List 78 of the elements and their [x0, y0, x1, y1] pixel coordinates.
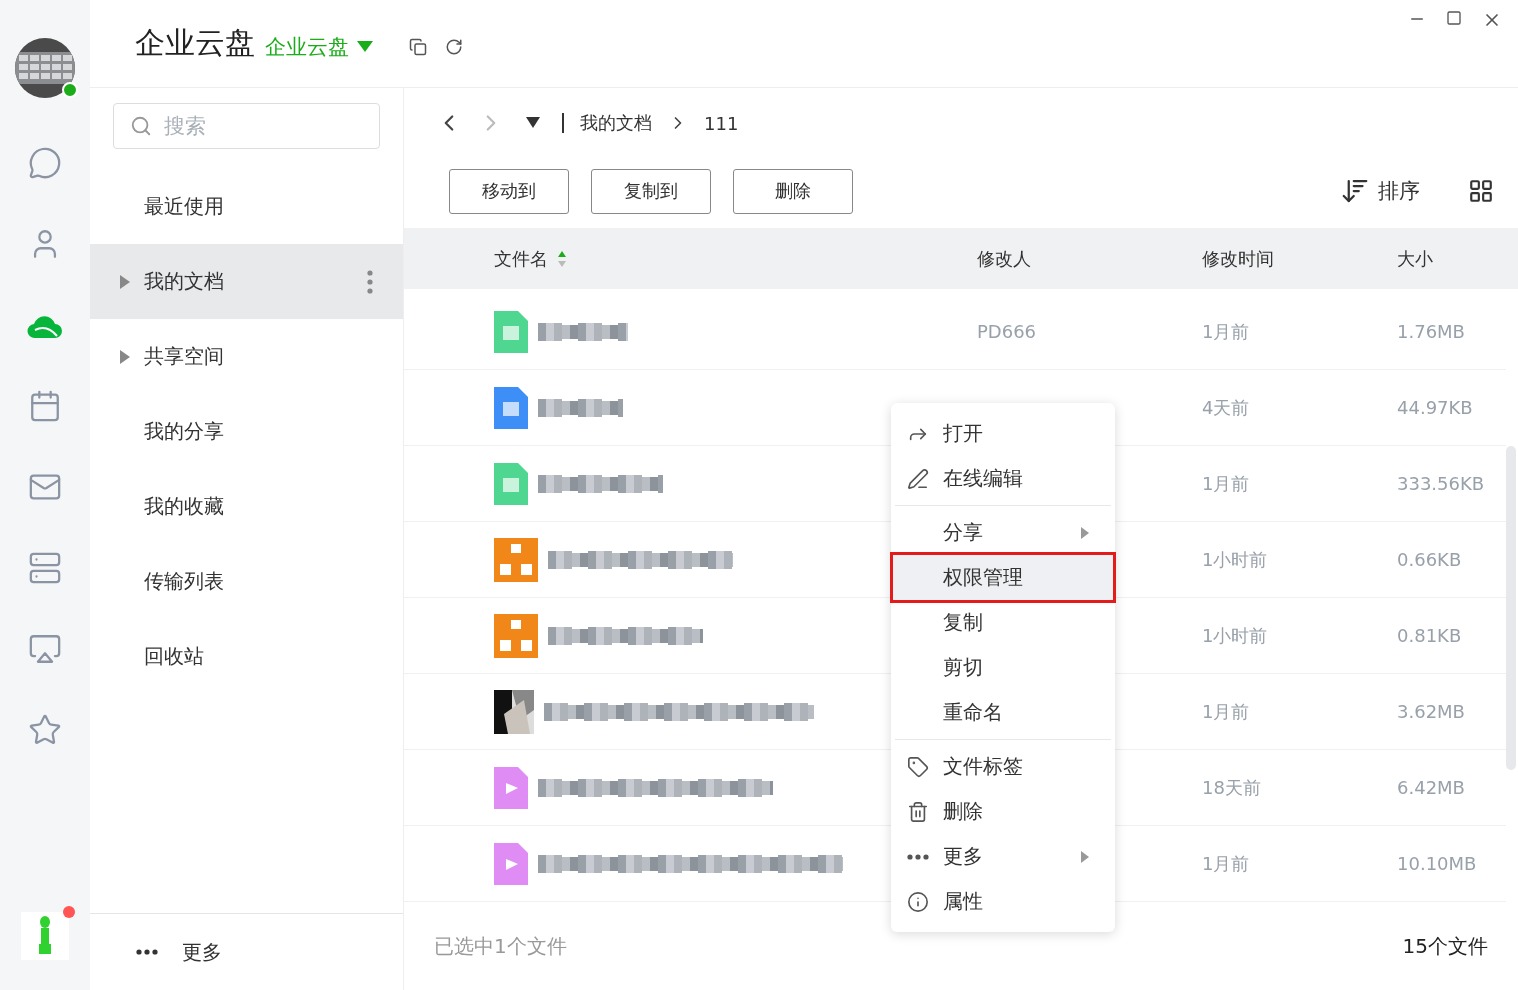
selection-status: 已选中1个文件	[434, 932, 567, 960]
app-tile[interactable]	[21, 912, 69, 960]
sidebar-item[interactable]: 我的收藏	[90, 469, 403, 544]
menu-item[interactable]: 权限管理	[893, 555, 1113, 600]
sort-button[interactable]: 排序	[1334, 175, 1426, 207]
table-cell-text: 1月前	[1202, 851, 1251, 876]
file-count: 15个文件	[1402, 932, 1488, 960]
menu-item[interactable]: 重命名	[893, 690, 1113, 735]
menu-item[interactable]: 在线编辑	[893, 456, 1113, 501]
video-file-icon	[494, 842, 528, 885]
menu-item[interactable]: 删除	[893, 789, 1113, 834]
toolbar-button[interactable]: 复制到	[591, 168, 711, 214]
video-file-icon	[494, 766, 528, 809]
table-cell-text: 4天前	[1202, 395, 1251, 420]
tag-icon	[907, 755, 929, 778]
table-cell-text: 1月前	[1202, 319, 1251, 344]
table-cell-text: 18天前	[1202, 775, 1262, 800]
toolbar-button[interactable]: 移动到	[449, 168, 569, 214]
column-header[interactable]: 大小	[1397, 246, 1518, 271]
menu-item[interactable]: 复制	[893, 600, 1113, 645]
more-label[interactable]: 更多	[182, 938, 222, 966]
column-header[interactable]: 修改时间	[1202, 246, 1397, 271]
breadcrumb-item[interactable]: 我的文档	[580, 111, 652, 135]
history-dropdown-icon[interactable]	[526, 117, 540, 129]
submenu-arrow-icon	[1081, 526, 1089, 539]
refresh-icon[interactable]	[445, 37, 463, 56]
search-input[interactable]: 搜索	[162, 113, 346, 139]
trash-icon	[907, 800, 929, 823]
menu-item[interactable]: 分享	[893, 510, 1113, 555]
sidebar-item[interactable]: 传输列表	[90, 544, 403, 619]
spreadsheet-file-icon	[494, 462, 528, 505]
sidebar-item[interactable]: 我的文档	[90, 244, 403, 319]
table-cell-text: 10.10MB	[1397, 853, 1478, 874]
table-cell-text: 1小时前	[1202, 547, 1269, 572]
more-icon	[907, 853, 929, 860]
table-cell-text: 3.62MB	[1397, 701, 1466, 722]
spreadsheet-file-icon	[494, 310, 528, 353]
document-file-icon	[494, 386, 528, 429]
table-cell-text: PD666	[977, 321, 1038, 342]
toolbar-button[interactable]: 删除	[733, 168, 853, 214]
sidebar-item[interactable]: 回收站	[90, 619, 403, 694]
menu-item[interactable]: 更多	[893, 834, 1113, 879]
diagram-file-icon	[494, 613, 538, 658]
menu-item[interactable]: 剪切	[893, 645, 1113, 690]
table-cell-text: 333.56KB	[1397, 473, 1486, 494]
expand-caret-icon[interactable]	[120, 274, 130, 289]
table-cell-text: 1月前	[1202, 699, 1251, 724]
column-header[interactable]: 修改人	[977, 246, 1202, 271]
more-icon[interactable]	[136, 949, 158, 955]
table-cell-text: 1月前	[1202, 471, 1251, 496]
pop-out-icon[interactable]	[409, 37, 427, 56]
expand-caret-icon[interactable]	[120, 349, 130, 364]
table-cell-text: 44.97KB	[1397, 397, 1474, 418]
table-cell-text: 6.42MB	[1397, 777, 1466, 798]
app-title: 企业云盘	[135, 24, 255, 62]
menu-item[interactable]: 文件标签	[893, 744, 1113, 789]
submenu-arrow-icon	[1081, 850, 1089, 863]
sidebar-item[interactable]: 我的分享	[90, 394, 403, 469]
search-icon	[130, 115, 152, 137]
scrollbar[interactable]	[1506, 446, 1516, 770]
sidebar-item[interactable]: 最近使用	[90, 169, 403, 244]
table-cell-text: 1.76MB	[1397, 321, 1466, 342]
dropdown-caret-icon	[357, 40, 373, 53]
menu-item[interactable]: 打开	[893, 411, 1113, 456]
robot-figure-icon	[36, 916, 54, 956]
breadcrumb-item[interactable]: 111	[704, 112, 739, 134]
sidebar-item[interactable]: 共享空间	[90, 319, 403, 394]
diagram-file-icon	[494, 537, 538, 582]
menu-item[interactable]: 属性	[893, 879, 1113, 924]
table-cell-text: 0.66KB	[1397, 549, 1463, 570]
column-header[interactable]: 文件名	[494, 246, 977, 271]
table-cell-text: 0.81KB	[1397, 625, 1463, 646]
grid-view-icon[interactable]	[1468, 178, 1494, 204]
more-options-icon[interactable]	[367, 269, 373, 294]
pen-icon	[907, 467, 929, 490]
search-field[interactable]: 搜索	[113, 103, 380, 149]
table-cell-text: 1小时前	[1202, 623, 1269, 648]
info-icon	[907, 890, 929, 913]
